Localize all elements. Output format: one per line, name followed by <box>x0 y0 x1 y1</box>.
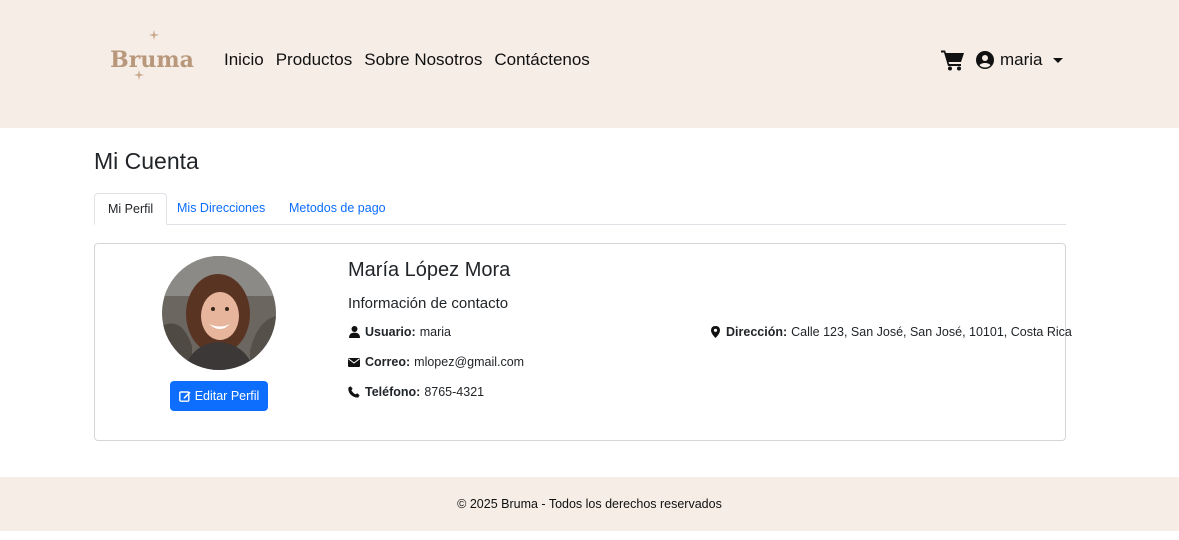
tab-mis-direcciones[interactable]: Mis Direcciones <box>164 193 278 225</box>
profile-card: Editar Perfil María López Mora Informaci… <box>94 243 1072 441</box>
chevron-down-icon <box>1052 57 1063 63</box>
footer-copyright: © 2025 Bruma - Todos los derechos reserv… <box>457 497 722 511</box>
nav-item-productos[interactable]: Productos <box>276 48 353 72</box>
cart-icon[interactable] <box>941 49 965 71</box>
edit-profile-label: Editar Perfil <box>194 389 260 403</box>
nav-item-inicio[interactable]: Inicio <box>224 48 264 72</box>
email-value: mlopez@gmail.com <box>414 355 525 369</box>
edit-icon <box>178 390 191 402</box>
contact-info-title: Información de contacto <box>348 295 509 312</box>
tab-mi-perfil[interactable]: Mi Perfil <box>94 193 168 225</box>
phone-icon <box>348 386 360 398</box>
site-footer: © 2025 Bruma - Todos los derechos reserv… <box>0 477 1179 531</box>
envelope-icon <box>348 356 360 368</box>
username-row: Usuario: maria <box>348 324 451 340</box>
edit-profile-button[interactable]: Editar Perfil <box>170 381 268 411</box>
brand-logo-text: Bruma <box>110 47 194 73</box>
avatar <box>162 256 276 370</box>
map-marker-icon <box>709 326 721 338</box>
nav-item-contactenos[interactable]: Contáctenos <box>494 48 589 72</box>
email-row: Correo: mlopez@gmail.com <box>348 354 524 370</box>
user-circle-icon <box>976 51 994 69</box>
phone-value: 8765-4321 <box>424 385 485 399</box>
address-field-label: Dirección: <box>726 325 788 339</box>
nav-item-sobre-nosotros[interactable]: Sobre Nosotros <box>364 48 482 72</box>
username-value: maria <box>419 325 451 339</box>
account-tabs: Mi Perfil Mis Direcciones Metodos de pag… <box>94 193 1066 225</box>
person-icon <box>348 326 360 338</box>
user-menu-toggle[interactable]: maria <box>976 48 1063 72</box>
profile-full-name: María López Mora <box>348 259 511 281</box>
username-field-label: Usuario: <box>365 325 416 339</box>
username-label: maria <box>1000 50 1043 69</box>
address-value: Calle 123, San José, San José, 10101, Co… <box>791 325 1072 339</box>
main-nav: Inicio Productos Sobre Nosotros Contácte… <box>224 48 590 72</box>
email-field-label: Correo: <box>365 355 411 369</box>
brand-logo[interactable]: Bruma <box>104 28 200 84</box>
site-header: Bruma Inicio Productos Sobre Nosotros Co… <box>0 0 1179 128</box>
page-title: Mi Cuenta <box>94 148 199 174</box>
phone-field-label: Teléfono: <box>365 385 421 399</box>
phone-row: Teléfono: 8765-4321 <box>348 384 484 400</box>
address-row: Dirección: Calle 123, San José, San José… <box>709 324 1072 340</box>
tab-metodos-de-pago[interactable]: Metodos de pago <box>276 193 399 225</box>
